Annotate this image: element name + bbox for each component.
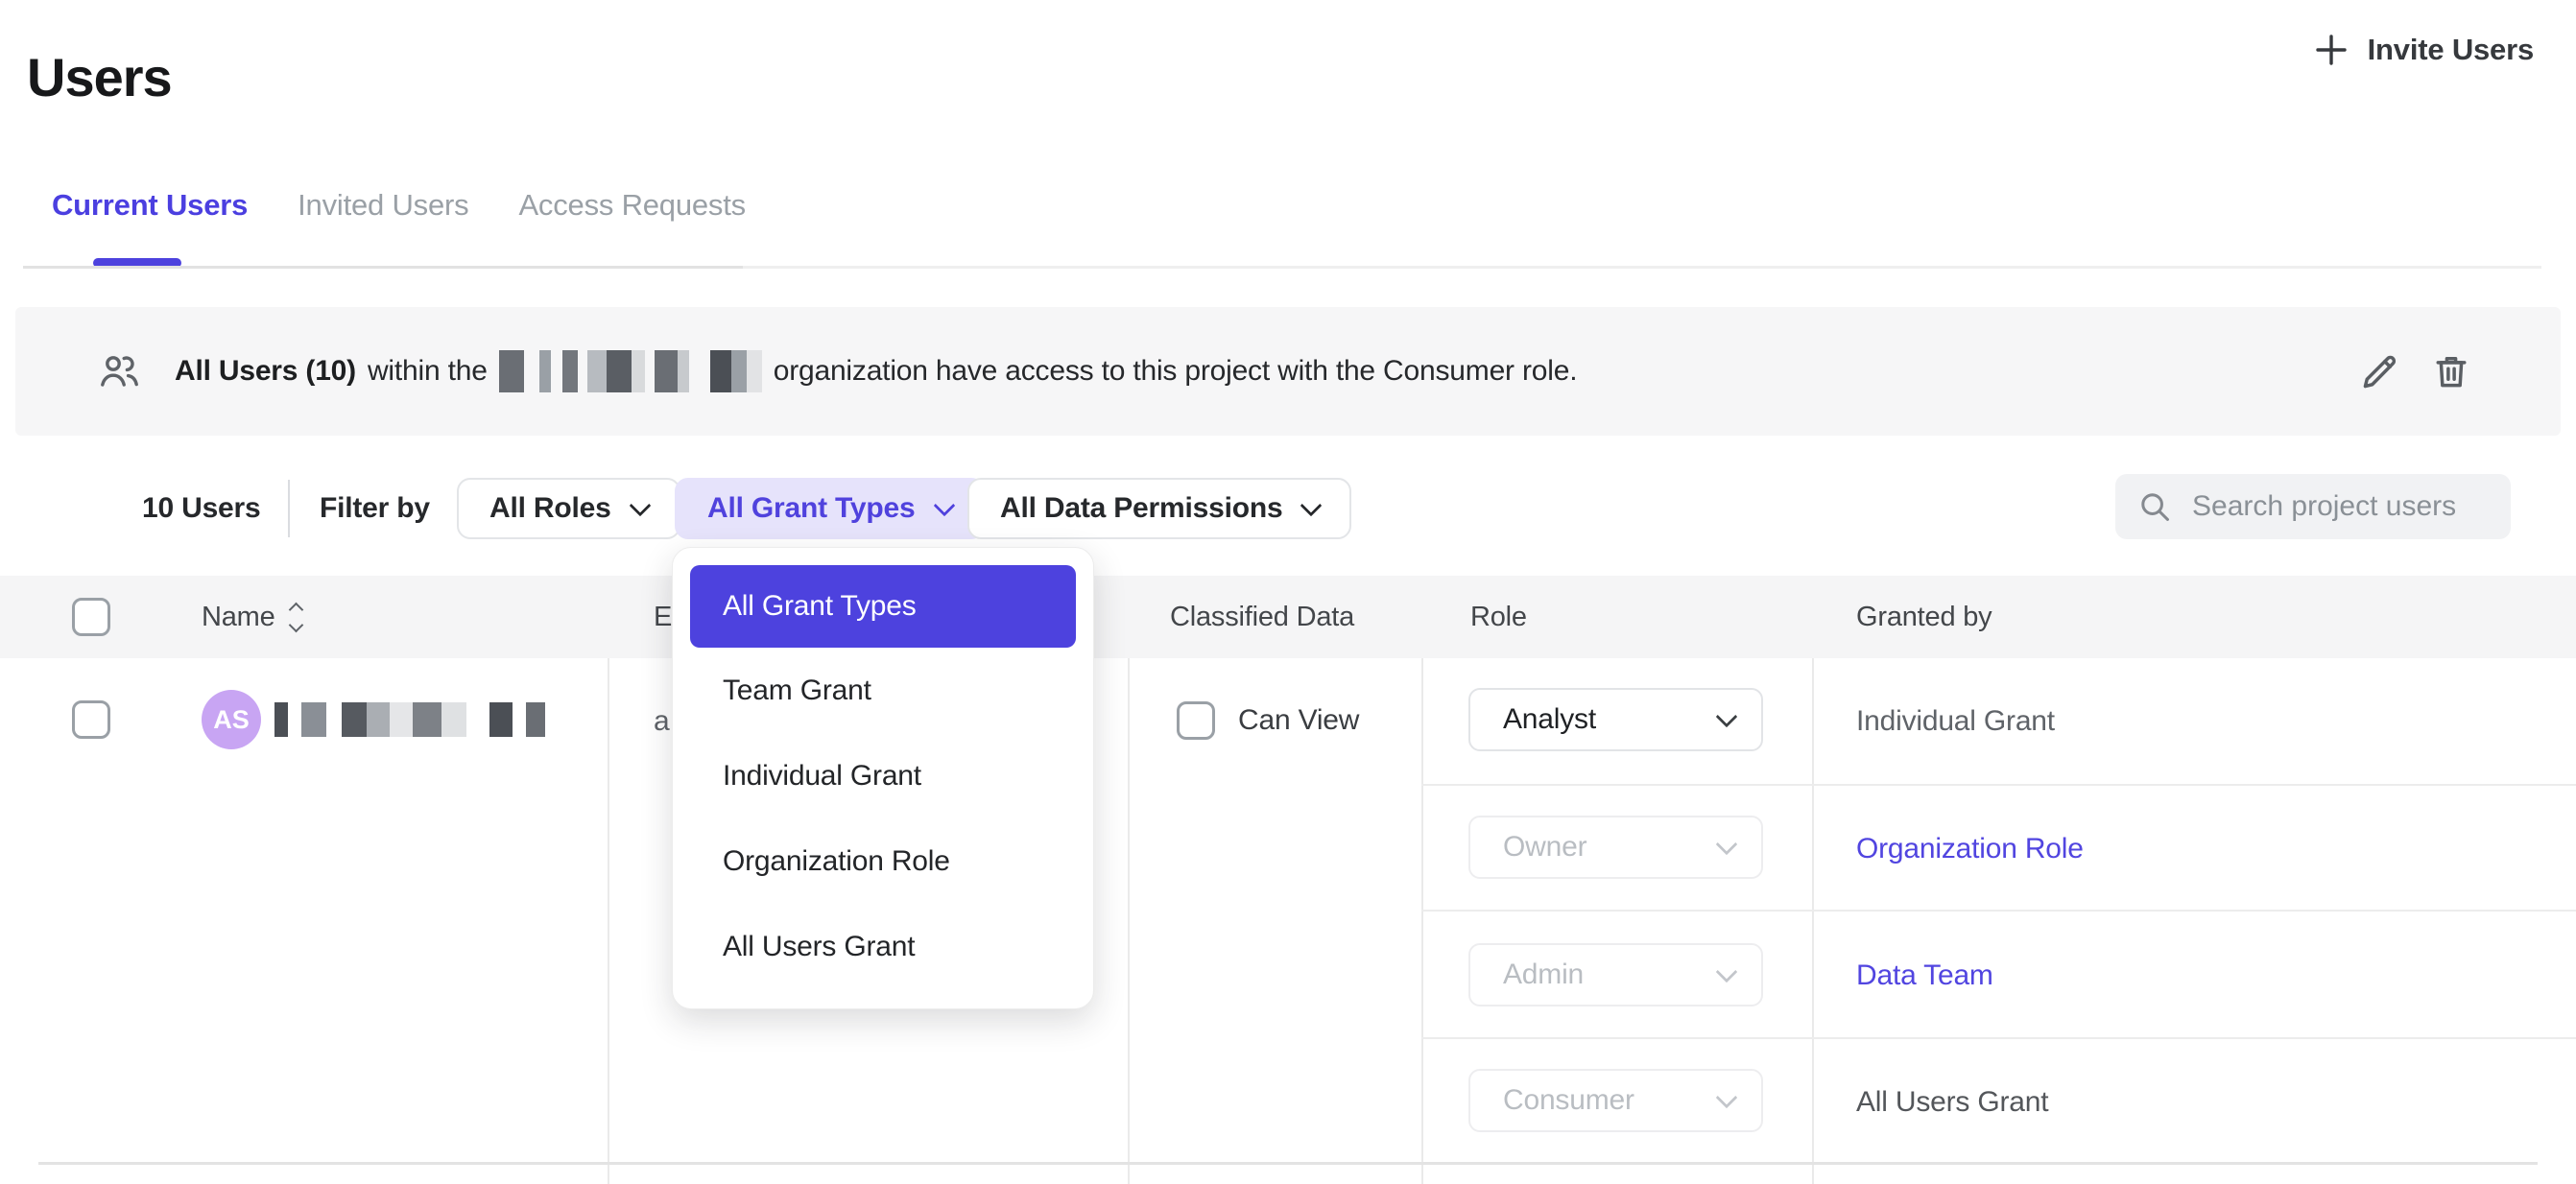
- menu-item-team-grant[interactable]: Team Grant: [690, 648, 1076, 733]
- granted-by-link[interactable]: Organization Role: [1856, 833, 2084, 865]
- column-header-classified: Classified Data: [1170, 576, 1354, 658]
- chevron-down-icon: [1716, 706, 1738, 728]
- all-roles-label: All Roles: [489, 492, 611, 525]
- row-divider: [1421, 910, 2576, 912]
- redacted-org-name: [499, 350, 762, 392]
- granted-by-value: All Users Grant: [1856, 1086, 2048, 1119]
- all-users-banner: All Users (10) within the organization h…: [15, 307, 2561, 436]
- tab-current-users[interactable]: Current Users: [52, 188, 248, 223]
- all-data-permissions-filter[interactable]: All Data Permissions: [967, 478, 1351, 539]
- role-select-value: Admin: [1503, 959, 1584, 991]
- name-header-label: Name: [202, 602, 275, 633]
- role-select-admin[interactable]: Admin: [1468, 943, 1763, 1006]
- role-select-value: Analyst: [1503, 703, 1596, 736]
- banner-before-org: within the: [368, 355, 488, 388]
- search-icon: [2136, 488, 2173, 525]
- delete-button[interactable]: [2424, 344, 2478, 398]
- column-divider: [1128, 658, 1130, 1184]
- redacted-user-name: [274, 702, 545, 737]
- all-grant-types-label: All Grant Types: [707, 492, 916, 525]
- tab-divider: [23, 266, 743, 269]
- search-box: [2115, 474, 2511, 539]
- grant-types-dropdown-menu: All Grant Types Team Grant Individual Gr…: [672, 547, 1094, 1009]
- granted-by-value: Individual Grant: [1856, 705, 2055, 738]
- trash-icon: [2430, 350, 2472, 392]
- banner-after-org: organization have access to this project…: [774, 355, 1578, 388]
- banner-bold: All Users (10): [175, 355, 356, 388]
- column-header-role: Role: [1470, 576, 1527, 658]
- sort-icon[interactable]: [291, 604, 301, 630]
- all-grant-types-filter[interactable]: All Grant Types: [675, 478, 985, 539]
- column-divider: [1812, 658, 1814, 1184]
- plus-icon: [2314, 33, 2349, 67]
- classified-data-cell: Can View: [1177, 701, 1359, 740]
- menu-item-all-users-grant[interactable]: All Users Grant: [690, 904, 1076, 989]
- chevron-down-icon: [629, 495, 651, 517]
- tab-divider-light: [743, 266, 2541, 269]
- role-header-label: Role: [1470, 602, 1527, 633]
- users-icon: [96, 348, 142, 394]
- role-select-value: Owner: [1503, 831, 1586, 864]
- can-view-label: Can View: [1238, 704, 1359, 737]
- role-select-value: Consumer: [1503, 1084, 1634, 1117]
- row-checkbox[interactable]: [72, 700, 110, 739]
- role-select-owner[interactable]: Owner: [1468, 816, 1763, 879]
- column-header-granted-by: Granted by: [1856, 576, 1992, 658]
- select-all-cell: [72, 576, 110, 658]
- table-header: Name Email Classified Data Role Granted …: [0, 576, 2576, 658]
- filter-divider: [288, 480, 290, 537]
- avatar: AS: [202, 690, 261, 749]
- edit-button[interactable]: [2353, 344, 2407, 398]
- all-roles-filter[interactable]: All Roles: [457, 478, 680, 539]
- row-divider: [1421, 1037, 2576, 1039]
- row-checkbox-cell: [72, 700, 110, 739]
- invite-users-button[interactable]: Invite Users: [2314, 33, 2534, 67]
- column-header-name: Name: [202, 576, 301, 658]
- banner-text: All Users (10) within the organization h…: [175, 350, 1577, 392]
- invite-users-label: Invite Users: [2368, 33, 2534, 67]
- role-select-analyst[interactable]: Analyst: [1468, 688, 1763, 751]
- search-input[interactable]: [2190, 489, 2564, 524]
- menu-item-organization-role[interactable]: Organization Role: [690, 818, 1076, 904]
- avatar-initials: AS: [213, 705, 250, 735]
- page-title: Users: [27, 46, 172, 108]
- user-group-divider: [38, 1162, 2538, 1165]
- column-divider: [1421, 658, 1423, 1184]
- granted-by-header-label: Granted by: [1856, 602, 1992, 633]
- chevron-down-icon: [933, 495, 955, 517]
- chevron-down-icon: [1716, 834, 1738, 856]
- chevron-down-icon: [1716, 1087, 1738, 1109]
- chevron-down-icon: [1716, 961, 1738, 983]
- menu-item-all-grant-types[interactable]: All Grant Types: [690, 565, 1076, 648]
- column-divider: [608, 658, 609, 1184]
- all-data-permissions-label: All Data Permissions: [1000, 492, 1282, 525]
- row-divider: [1421, 784, 2576, 786]
- pencil-icon: [2359, 350, 2401, 392]
- tab-invited-users[interactable]: Invited Users: [298, 188, 468, 223]
- filter-by-label: Filter by: [320, 478, 430, 539]
- select-all-checkbox[interactable]: [72, 598, 110, 636]
- classified-header-label: Classified Data: [1170, 602, 1354, 633]
- user-email: a: [654, 705, 670, 738]
- tab-bar: Current Users Invited Users Access Reque…: [52, 188, 746, 223]
- chevron-down-icon: [1300, 495, 1323, 517]
- user-count: 10 Users: [142, 478, 261, 539]
- menu-item-individual-grant[interactable]: Individual Grant: [690, 733, 1076, 818]
- role-select-consumer[interactable]: Consumer: [1468, 1069, 1763, 1132]
- can-view-checkbox[interactable]: [1177, 701, 1215, 740]
- granted-by-link[interactable]: Data Team: [1856, 959, 1993, 992]
- tab-access-requests[interactable]: Access Requests: [518, 188, 746, 223]
